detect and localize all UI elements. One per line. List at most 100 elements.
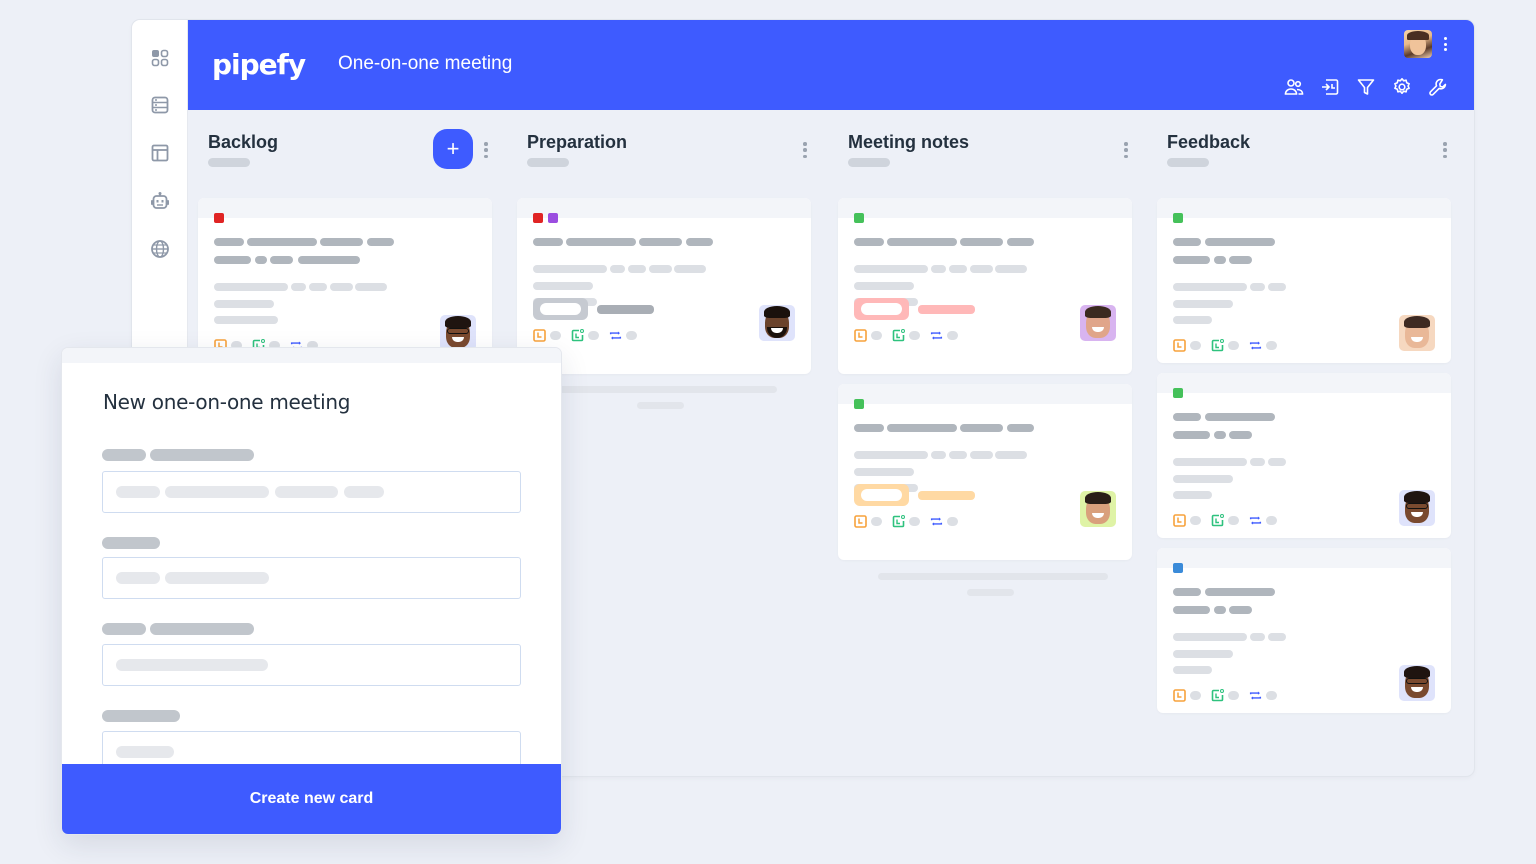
column-options-icon[interactable] [1442, 142, 1448, 158]
column-options-icon[interactable] [802, 142, 808, 158]
kanban-card[interactable] [838, 198, 1132, 374]
meta-count-placeholder [871, 331, 882, 340]
meta-count-placeholder [1228, 516, 1239, 525]
card-labels [214, 213, 224, 223]
meta-count-placeholder [947, 517, 958, 526]
kanban-card[interactable] [517, 198, 811, 374]
due-date-icon [1211, 689, 1224, 702]
meta-count-placeholder [947, 331, 958, 340]
meta-count-placeholder [588, 331, 599, 340]
assignee-avatar[interactable] [1399, 490, 1435, 526]
card-field-placeholder [1250, 458, 1265, 466]
card-labels [854, 213, 864, 223]
clock-icon [1173, 339, 1186, 352]
assignee-avatar[interactable] [440, 315, 476, 351]
card-field-placeholder [547, 265, 607, 273]
column-scroll-thumb[interactable] [967, 589, 1014, 596]
meta-count-placeholder [909, 517, 920, 526]
clock-icon [1173, 514, 1186, 527]
members-icon[interactable] [1284, 77, 1304, 97]
database-icon[interactable] [148, 93, 172, 117]
form-field-3-input[interactable] [102, 644, 521, 686]
card-field-placeholder [1268, 633, 1286, 641]
column-options-icon[interactable] [1123, 142, 1129, 158]
meta-count-placeholder [626, 331, 637, 340]
kanban-card[interactable] [838, 384, 1132, 560]
card-tag-chip [854, 298, 909, 320]
apps-grid-icon[interactable] [148, 46, 172, 70]
column-scroll-track[interactable] [878, 573, 1108, 580]
field-label-placeholder [150, 623, 254, 635]
card-field-placeholder [214, 300, 274, 308]
card-field-placeholder [1173, 491, 1212, 499]
card-field-placeholder [949, 451, 967, 459]
robot-icon[interactable] [148, 189, 172, 213]
card-title-placeholder [1173, 606, 1210, 614]
card-field-placeholder [1173, 475, 1233, 483]
due-date-icon [571, 329, 584, 342]
pipe-title: One-on-one meeting [338, 53, 513, 74]
card-field-placeholder [1173, 300, 1233, 308]
card-field-placeholder [1173, 666, 1212, 674]
kanban-card[interactable] [1157, 548, 1451, 713]
card-field-placeholder [1250, 633, 1265, 641]
clock-icon [533, 329, 546, 342]
label-green [1173, 388, 1183, 398]
card-labels [1173, 388, 1183, 398]
column-title: Backlog [208, 132, 279, 152]
assignee-avatar[interactable] [1080, 305, 1116, 341]
card-title-placeholder [1214, 431, 1226, 439]
label-green [854, 399, 864, 409]
card-title-placeholder [1214, 606, 1226, 614]
card-field-placeholder [949, 265, 967, 273]
clock-icon [854, 329, 867, 342]
assignee-avatar[interactable] [1080, 491, 1116, 527]
card-title-placeholder [1173, 256, 1210, 264]
card-header-band [1157, 548, 1451, 568]
modal-header-band [62, 348, 561, 363]
wrench-icon[interactable] [1428, 77, 1448, 97]
column-scroll-track[interactable] [557, 386, 777, 393]
card-field-placeholder [995, 265, 1027, 273]
column-count-placeholder [848, 158, 890, 167]
column-title: Meeting notes [848, 132, 970, 152]
assignee-avatar[interactable] [759, 305, 795, 341]
form-field-2-input[interactable] [102, 557, 521, 599]
card-title-placeholder [639, 238, 682, 246]
label-blue [1173, 563, 1183, 573]
kanban-card[interactable] [1157, 198, 1451, 363]
card-title-placeholder [887, 238, 957, 246]
pipe-toolbar [1284, 77, 1448, 97]
pipefy-logo[interactable]: pipefy [212, 48, 306, 81]
column-count-placeholder [527, 158, 569, 167]
add-card-button[interactable]: + [433, 129, 473, 169]
import-icon[interactable] [1320, 77, 1340, 97]
column-options-icon[interactable] [483, 142, 489, 158]
card-field-placeholder [628, 265, 646, 273]
card-field-placeholder [854, 282, 914, 290]
assignee-avatar[interactable] [1399, 665, 1435, 701]
user-avatar[interactable] [1404, 30, 1432, 58]
form-field-1-input[interactable] [102, 471, 521, 513]
kanban-card[interactable] [1157, 373, 1451, 538]
assignee-avatar[interactable] [1399, 315, 1435, 351]
clock-icon [854, 515, 867, 528]
card-title-placeholder [247, 238, 317, 246]
card-field-placeholder [610, 265, 625, 273]
layout-icon[interactable] [148, 141, 172, 165]
globe-icon[interactable] [148, 237, 172, 261]
card-field-placeholder [291, 283, 306, 291]
settings-icon[interactable] [1392, 77, 1412, 97]
new-card-modal: New one-on-one meeting Create new card [62, 348, 561, 834]
connection-icon [930, 515, 943, 528]
field-label-placeholder [150, 449, 254, 461]
card-header-band [198, 198, 492, 218]
card-labels [854, 399, 864, 409]
more-options-icon[interactable] [1442, 34, 1448, 54]
column-scroll-thumb[interactable] [637, 402, 684, 409]
create-new-card-button[interactable]: Create new card [62, 764, 561, 834]
card-tag-chip [854, 484, 909, 506]
filter-icon[interactable] [1356, 77, 1376, 97]
card-field-placeholder [1173, 650, 1233, 658]
card-field-placeholder [533, 282, 593, 290]
